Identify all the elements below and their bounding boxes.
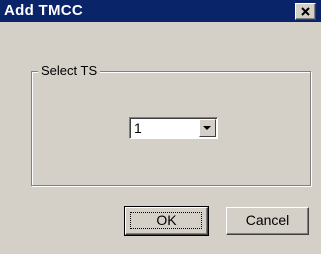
ts-select-value: 1 [134,120,142,136]
ok-button[interactable]: OK [124,206,209,236]
add-tmcc-dialog: Add TMCC Select TS 1 OK Cancel [0,0,321,254]
window-title: Add TMCC [4,2,84,19]
cancel-button-label: Cancel [245,212,290,228]
cancel-button[interactable]: Cancel [226,207,309,235]
select-ts-label: Select TS [38,63,101,79]
ok-button-label: OK [156,212,177,228]
ts-select-combobox[interactable]: 1 [129,117,218,139]
close-icon [301,7,310,16]
ts-select-dropdown-button[interactable] [199,119,216,137]
chevron-down-icon [203,126,211,130]
close-button[interactable] [295,3,316,20]
title-bar[interactable]: Add TMCC [0,0,321,22]
